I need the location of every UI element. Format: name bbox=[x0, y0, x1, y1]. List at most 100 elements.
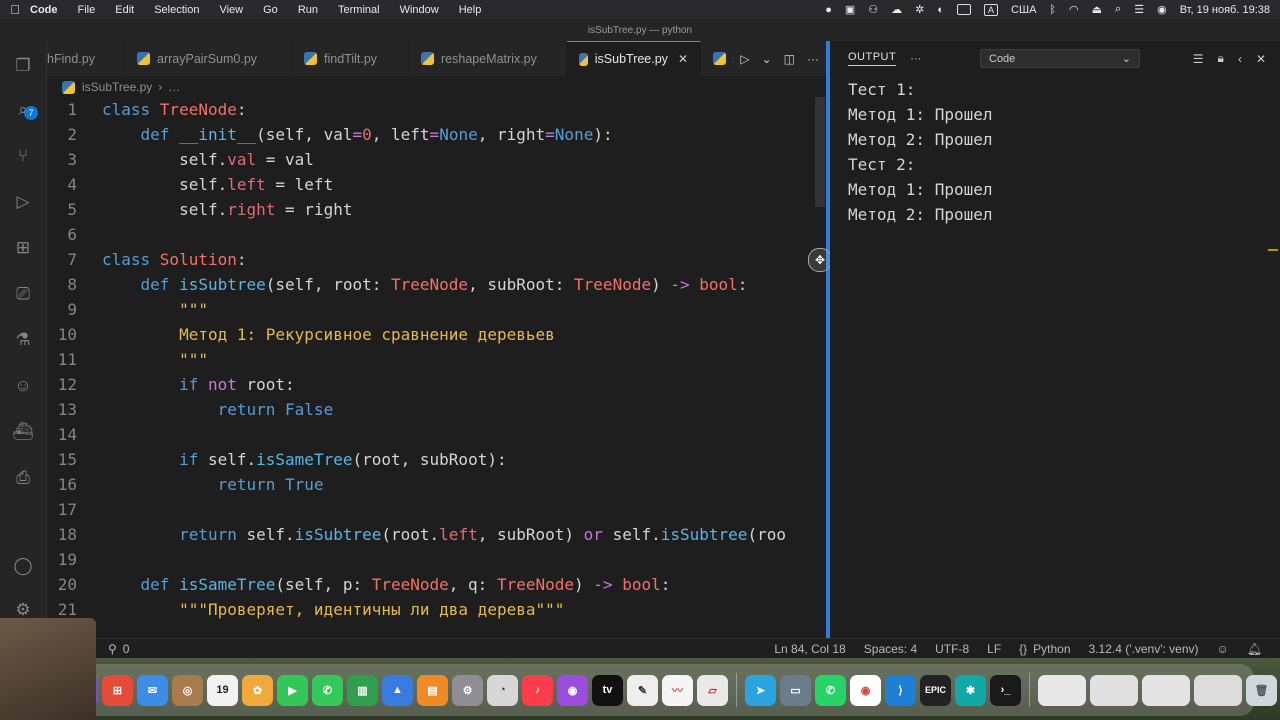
gear-icon[interactable]: ✲ bbox=[915, 3, 924, 16]
copilot-status-icon[interactable]: ☺ bbox=[1217, 642, 1229, 656]
mail-icon[interactable]: ✉ bbox=[137, 674, 168, 706]
copilot-icon[interactable]: ☺ bbox=[10, 373, 36, 399]
launchpad-icon[interactable]: ⊞ bbox=[102, 674, 133, 706]
breadcrumb-file[interactable]: isSubTree.py bbox=[82, 80, 152, 94]
apple-icon[interactable]:  bbox=[0, 2, 30, 17]
search-icon[interactable]: ⌕ bbox=[1115, 3, 1121, 16]
account-icon[interactable]: ◯ bbox=[10, 553, 36, 579]
language-mode[interactable]: Python bbox=[1033, 642, 1070, 656]
extensions-icon[interactable]: ⊞ bbox=[10, 235, 36, 261]
books-icon[interactable]: ▤ bbox=[417, 674, 448, 706]
python-interpreter[interactable]: 3.12.4 ('.venv': venv) bbox=[1089, 642, 1199, 656]
numbers-icon[interactable]: ▥ bbox=[347, 674, 378, 706]
menu-app-name[interactable]: Code bbox=[30, 4, 58, 16]
whatsapp-icon[interactable]: ✆ bbox=[815, 674, 846, 706]
podcasts-icon[interactable]: ◉ bbox=[557, 674, 588, 706]
epic-games-icon[interactable]: EPIC bbox=[920, 674, 951, 706]
record-icon[interactable]: ● bbox=[825, 4, 832, 16]
menu-go[interactable]: Go bbox=[263, 4, 278, 16]
code-line[interactable]: 20 def isSameTree(self, p: TreeNode, q: … bbox=[47, 572, 827, 597]
code-line[interactable]: 1 class TreeNode: bbox=[47, 97, 827, 122]
code-line[interactable]: 19 bbox=[47, 547, 827, 572]
output-channel-select[interactable]: Code ⌄ bbox=[980, 49, 1140, 68]
remote-explorer-icon[interactable]: ⎚ bbox=[10, 281, 36, 307]
end-of-line[interactable]: LF bbox=[987, 642, 1001, 656]
menu-clock[interactable]: Вт, 19 нояб. 19:38 bbox=[1180, 4, 1270, 16]
encoding[interactable]: UTF-8 bbox=[935, 642, 969, 656]
filter-list-icon[interactable]: ☰ bbox=[1193, 52, 1204, 66]
search-icon[interactable]: ⌕ bbox=[10, 97, 36, 123]
menu-view[interactable]: View bbox=[219, 4, 243, 16]
code-line[interactable]: 7 class Solution: bbox=[47, 247, 827, 272]
tab-reshapematrix[interactable]: reshapeMatrix.py bbox=[409, 41, 567, 76]
telegram-icon[interactable]: ➤ bbox=[745, 674, 776, 706]
input-region[interactable]: США bbox=[1011, 4, 1036, 16]
chevron-down-icon[interactable]: ⌄ bbox=[762, 52, 772, 66]
run-debug-icon[interactable]: ▷ bbox=[10, 189, 36, 215]
close-icon[interactable]: ✕ bbox=[678, 52, 688, 66]
menu-run[interactable]: Run bbox=[298, 4, 318, 16]
recent-window-thumbnail[interactable] bbox=[1142, 674, 1190, 706]
chrome-icon[interactable]: ◉ bbox=[850, 674, 881, 706]
trash-icon[interactable]: 🗑︎ bbox=[1246, 674, 1277, 706]
freeform-icon[interactable]: 〰 bbox=[662, 674, 693, 706]
code-line[interactable]: 13 return False bbox=[47, 397, 827, 422]
tab-hfind[interactable]: hFind.py bbox=[47, 41, 125, 76]
night-mode-icon[interactable]: ◐ bbox=[937, 4, 944, 16]
code-line[interactable]: 21 """Проверяет, идентичны ли два дерева… bbox=[47, 597, 827, 622]
source-control-icon[interactable]: ⑂ bbox=[10, 143, 36, 169]
database-icon[interactable]: ⎙ bbox=[10, 465, 36, 491]
eject-icon[interactable]: ⏏ bbox=[1092, 3, 1102, 16]
vscode-icon[interactable]: ⟩ bbox=[885, 674, 916, 706]
creative-cloud-icon[interactable]: ☁ bbox=[891, 3, 902, 16]
code-line[interactable]: 12 if not root: bbox=[47, 372, 827, 397]
keynote-icon[interactable]: ▲ bbox=[382, 674, 413, 706]
menu-help[interactable]: Help bbox=[459, 4, 482, 16]
textedit-icon[interactable]: ✎ bbox=[627, 674, 658, 706]
menu-edit[interactable]: Edit bbox=[115, 4, 134, 16]
recent-window-thumbnail[interactable] bbox=[1038, 674, 1086, 706]
recent-window-thumbnail[interactable] bbox=[1194, 674, 1242, 706]
testing-icon[interactable]: ⚗ bbox=[10, 327, 36, 353]
music-icon[interactable]: ♪ bbox=[522, 674, 553, 706]
wifi-icon[interactable]: ◠ bbox=[1069, 3, 1079, 16]
cursor-app-icon[interactable]: ✱ bbox=[955, 674, 986, 706]
output-log[interactable]: Тест 1: Метод 1: Прошел Метод 2: Прошел … bbox=[848, 77, 993, 227]
display-icon[interactable] bbox=[957, 4, 972, 15]
code-line[interactable]: 10 Метод 1: Рекурсивное сравнение деревь… bbox=[47, 322, 827, 347]
quicktime-icon[interactable]: ◔ bbox=[487, 674, 518, 706]
code-editor[interactable]: 1 class TreeNode: 2 def __init__(self, val… bbox=[47, 97, 827, 627]
ports-icon[interactable]: ⚲ bbox=[108, 642, 117, 656]
photos-icon[interactable]: ✿ bbox=[242, 674, 273, 706]
notifications-icon[interactable]: 🔔︎ bbox=[1247, 642, 1262, 656]
calendar-icon[interactable]: 19 bbox=[207, 674, 238, 706]
problems-count[interactable]: 0 bbox=[123, 642, 130, 656]
tab-issubtree[interactable]: isSubTree.py ✕ bbox=[567, 41, 701, 76]
bluetooth-icon[interactable]: ᛒ bbox=[1049, 4, 1056, 16]
screen-share-icon[interactable]: ▣ bbox=[845, 3, 855, 16]
more-actions-icon[interactable]: ··· bbox=[807, 52, 819, 66]
code-line[interactable]: 3 self.val = val bbox=[47, 147, 827, 172]
input-source-icon[interactable]: A bbox=[984, 3, 999, 16]
indentation[interactable]: Spaces: 4 bbox=[864, 642, 917, 656]
editor-scrollbar[interactable] bbox=[815, 97, 825, 207]
code-line[interactable]: 6 bbox=[47, 222, 827, 247]
code-line[interactable]: 9 """ bbox=[47, 297, 827, 322]
screen-recorder-icon[interactable]: ▭ bbox=[780, 674, 811, 706]
facetime-icon[interactable]: ▶ bbox=[277, 674, 308, 706]
breadcrumb-rest[interactable]: … bbox=[168, 80, 180, 94]
system-settings-icon[interactable]: ⚙ bbox=[452, 674, 483, 706]
contacts-icon[interactable]: ◎ bbox=[172, 674, 203, 706]
run-icon[interactable]: ▷ bbox=[740, 52, 749, 66]
control-center-icon[interactable]: ☰ bbox=[1134, 3, 1144, 16]
lock-icon[interactable]: 🔒︎ bbox=[1218, 51, 1224, 66]
menu-window[interactable]: Window bbox=[400, 4, 439, 16]
terminal-icon[interactable]: ›_ bbox=[990, 674, 1021, 706]
code-line[interactable]: 2 def __init__(self, val=0, left=None, r… bbox=[47, 122, 827, 147]
split-editor-icon[interactable]: ◫ bbox=[784, 52, 795, 66]
apple-tv-icon[interactable]: tv bbox=[592, 674, 623, 706]
code-line[interactable]: 4 self.left = left bbox=[47, 172, 827, 197]
siri-icon[interactable]: ◉ bbox=[1157, 3, 1167, 16]
accessibility-icon[interactable]: ⚇ bbox=[868, 3, 878, 16]
menu-terminal[interactable]: Terminal bbox=[338, 4, 380, 16]
